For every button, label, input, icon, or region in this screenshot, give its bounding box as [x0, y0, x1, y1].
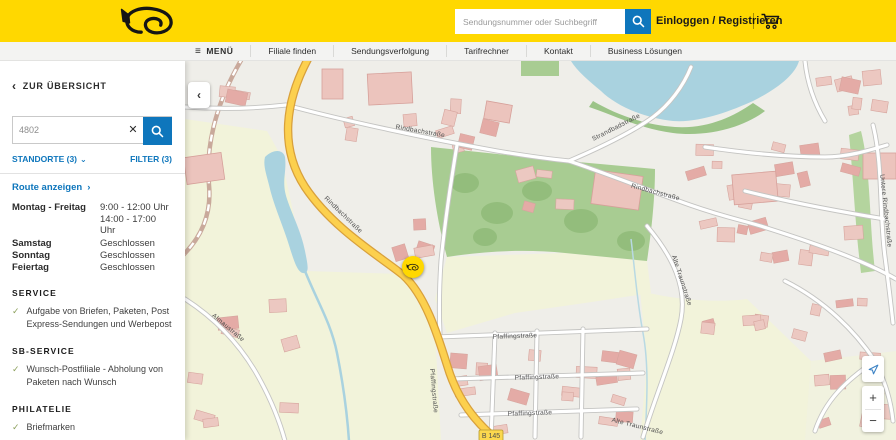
zoom-in-button[interactable]: +: [862, 386, 884, 409]
chevron-left-icon: ‹: [12, 79, 17, 93]
check-icon: ✓: [12, 364, 20, 375]
section-title-service: SERVICE: [12, 288, 57, 298]
chevron-right-icon: ›: [87, 182, 91, 193]
back-to-overview-link[interactable]: ‹ ZUR ÜBERSICHT: [12, 79, 172, 93]
standorte-dropdown[interactable]: STANDORTE (3) ⌄: [12, 154, 87, 164]
hamburger-icon: ≡: [195, 45, 202, 57]
navigation-arrow-icon: [868, 364, 878, 374]
opening-hours: Montag - Freitag 9:00 - 12:00 Uhr 14:00 -…: [12, 202, 172, 273]
post-branch-marker[interactable]: [402, 256, 424, 278]
filter-button[interactable]: FILTER (3): [130, 154, 172, 164]
check-icon: ✓: [12, 422, 20, 433]
check-icon: ✓: [12, 306, 20, 316]
cart-icon[interactable]: [760, 12, 782, 30]
post-horn-icon: [406, 263, 420, 272]
hours-row: Sonntag Geschlossen: [12, 250, 155, 261]
hours-row: Feiertag Geschlossen: [12, 262, 155, 273]
service-item: ✓ Aufgabe von Briefen, Paketen, Post Expr…: [12, 305, 172, 331]
nav-item-sendungsverfolgung[interactable]: Sendungsverfolgung: [334, 45, 448, 57]
map-zoom-controls: + −: [862, 386, 884, 432]
search-icon: [631, 14, 646, 29]
chevron-down-icon: ⌄: [80, 155, 87, 164]
svg-text:B 145: B 145: [482, 433, 500, 440]
section-title-sb-service: SB-SERVICE: [12, 346, 75, 357]
service-item: ✓ Briefmarken: [12, 421, 172, 434]
location-search-input[interactable]: [13, 117, 123, 143]
hours-row: Samstag Geschlossen: [12, 238, 155, 249]
top-header: Einloggen / Registrieren: [0, 0, 896, 42]
search-icon: [150, 124, 165, 139]
zoom-out-button[interactable]: −: [862, 410, 884, 433]
service-item: ✓ Wunsch-Postfiliale - Abholung von Paket…: [12, 363, 172, 389]
post-logo[interactable]: [115, 4, 183, 40]
section-title-philatelie: PHILATELIE: [12, 404, 72, 415]
branch-detail-panel: ‹ ZUR ÜBERSICHT ✕ STANDORTE (3)⌄ FILTER …: [0, 61, 185, 440]
location-search: ✕: [12, 116, 172, 145]
main-nav: ≡ MENÜ Filiale finden Sendungsverfolgung …: [0, 42, 896, 61]
header-search-button[interactable]: [625, 9, 651, 34]
map-canvas[interactable]: B 145 Rindbachstraße Rindbachstraße Rind…: [177, 52, 896, 440]
nav-menu-button[interactable]: ≡ MENÜ: [178, 45, 252, 57]
header-divider: [753, 13, 754, 29]
hours-row: Montag - Freitag 9:00 - 12:00 Uhr 14:00 -…: [12, 202, 169, 236]
nav-item-kontakt[interactable]: Kontakt: [527, 45, 591, 57]
nav-item-filiale-finden[interactable]: Filiale finden: [251, 45, 335, 57]
nav-item-tarifrechner[interactable]: Tarifrechner: [447, 45, 527, 57]
divider: [0, 173, 185, 174]
sidebar-collapse-button[interactable]: ‹: [188, 82, 210, 108]
clear-search-button[interactable]: ✕: [123, 117, 143, 143]
header-search: [455, 9, 651, 34]
locate-me-button[interactable]: [862, 356, 884, 382]
nav-item-business-loesungen[interactable]: Business Lösungen: [591, 45, 699, 57]
chevron-left-icon: ‹: [197, 88, 201, 102]
location-search-button[interactable]: [143, 117, 172, 145]
road-ref-shield: B 145: [478, 429, 504, 440]
map-graphics: B 145 Rindbachstraße Rindbachstraße Rind…: [177, 52, 896, 440]
close-icon: ✕: [128, 124, 138, 136]
header-search-input[interactable]: [455, 9, 625, 34]
route-link[interactable]: Route anzeigen ›: [12, 182, 172, 193]
